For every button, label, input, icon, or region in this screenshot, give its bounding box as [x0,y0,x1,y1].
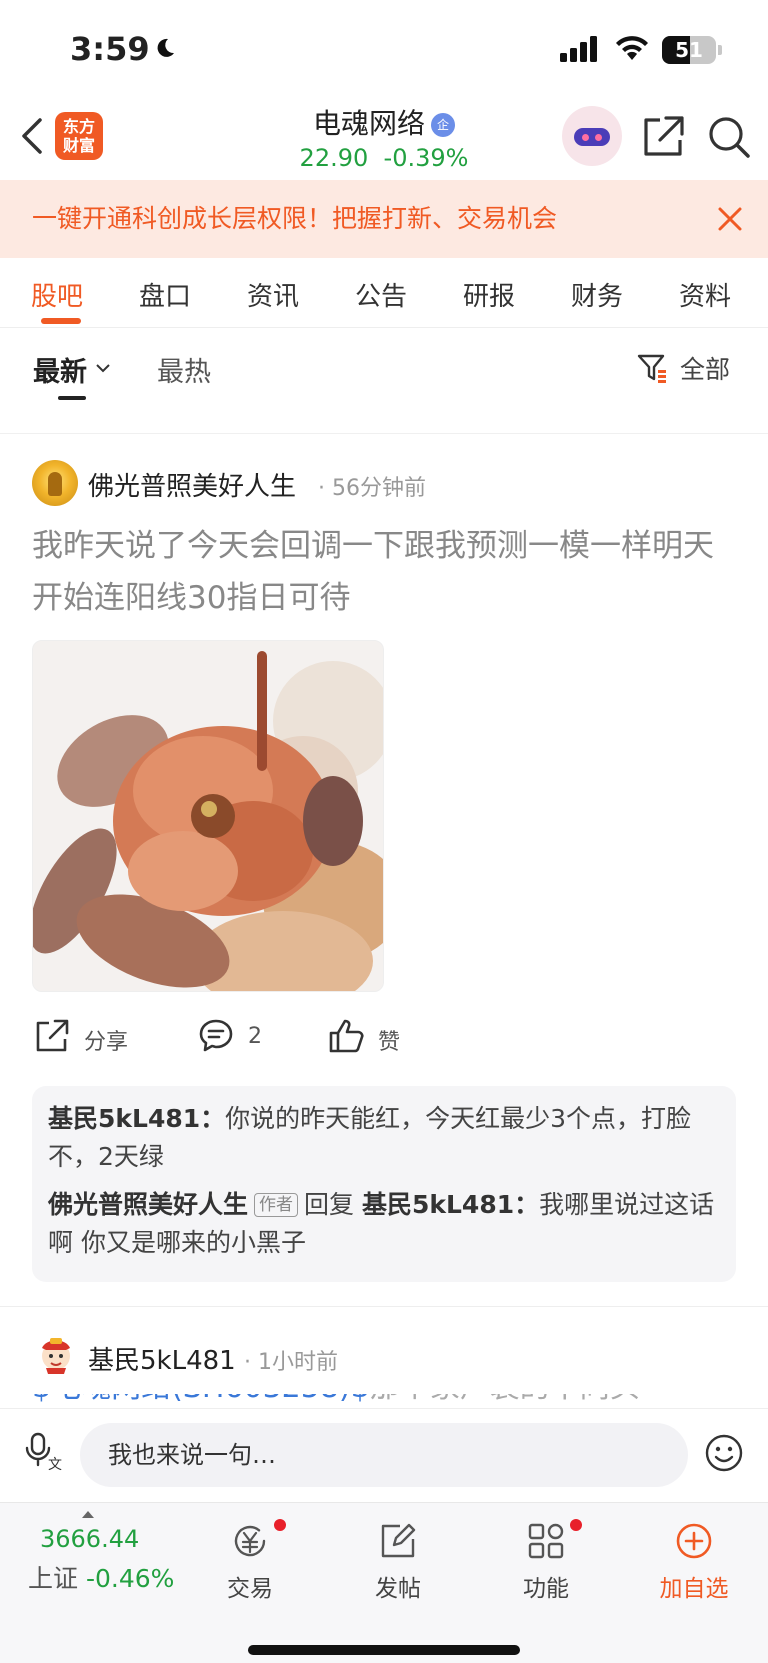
post-body-truncated[interactable]: $电魂网络(SH603258)$那个家芦装的不同头 [32,1394,752,1408]
ai-assistant-icon[interactable] [562,106,622,166]
nav-functions-label: 功能 [523,1576,569,1602]
post-time: · 56分钟前 [318,476,426,501]
comment-input-placeholder: 我也来说一句… [108,1441,276,1469]
stock-change: -0.39% [383,144,469,172]
tab-news[interactable]: 资讯 [247,276,299,313]
nav-trade[interactable]: 交易 [200,1513,300,1603]
author-tag: 作者 [254,1193,299,1217]
yuan-icon [234,1525,266,1557]
promo-banner[interactable]: 一键开通科创成长层权限！把握打新、交易机会 [0,180,768,258]
index-name: 上证 [28,1564,79,1593]
flower-image [33,641,383,991]
post-body: 那个家芦装的不同头 [370,1394,640,1405]
caret-up-icon[interactable] [80,1509,96,1519]
tab-pankou[interactable]: 盘口 [139,276,191,313]
promo-banner-text: 一键开通科创成长层权限！把握打新、交易机会 [32,204,558,233]
share-icon[interactable] [640,114,686,160]
post-author[interactable]: 佛光普照美好人生 [88,466,296,503]
filter-icon[interactable] [636,352,668,384]
comment-button[interactable]: 2 [198,1018,288,1058]
status-time: 3:59 [70,30,150,68]
voice-input-icon[interactable]: 文 [24,1431,64,1471]
sort-hot[interactable]: 最热 [157,350,211,389]
battery-icon: 51 [662,36,716,64]
comment-preview[interactable]: 基民5kL481：你说的昨天能红，今天红最少3个点，打脸不，2天绿 佛光普照美好… [32,1086,736,1282]
nav-add-watchlist-label: 加自选 [659,1576,729,1602]
post-body[interactable]: 我昨天说了今天会回调一下跟我预测一模一样明天开始连阳线30指日可待 [32,520,742,624]
tab-announcements[interactable]: 公告 [355,276,407,313]
sort-bar: 最新 最热 全部 [0,330,768,434]
reply-to-author[interactable]: 基民5kL481： [362,1190,539,1219]
stock-name: 电魂网络 [312,107,425,140]
avatar[interactable] [36,1334,76,1374]
like-label: 赞 [378,1030,401,1055]
thumbs-up-icon [329,1019,364,1053]
reply-word: 回复 [304,1190,355,1219]
add-circle-icon [676,1523,712,1559]
comment-count: 2 [248,1024,262,1049]
moon-icon [157,38,174,57]
active-tab-indicator [41,318,81,324]
notification-dot [274,1519,286,1531]
close-icon[interactable] [716,205,744,233]
tab-profile[interactable]: 资料 [679,276,731,313]
filter-all[interactable]: 全部 [680,350,730,386]
like-button[interactable]: 赞 [328,1018,418,1058]
battery-level: 51 [675,38,703,62]
comment-input[interactable]: 我也来说一句… [80,1423,688,1487]
home-indicator [248,1645,520,1655]
status-bar: 3:59 51 [0,0,768,100]
comment-author[interactable]: 基民5kL481： [48,1104,225,1133]
stock-header: 东方 财富 电魂网络企 22.90 -0.39% [0,100,768,180]
post-image[interactable] [32,640,384,992]
sort-latest[interactable]: 最新 [33,350,87,389]
post-time: · 1小时前 [244,1350,338,1375]
tab-financials[interactable]: 财务 [571,276,623,313]
avatar[interactable] [32,460,78,506]
comment-2[interactable]: 佛光普照美好人生 作者 回复 基民5kL481：我哪里说过这话啊 你又是哪来的小黑子 [48,1186,718,1262]
stock-price: 22.90 [299,144,369,172]
post-divider [0,1306,768,1307]
grid-icon [528,1523,564,1559]
nav-post-label: 发帖 [375,1576,421,1602]
enterprise-badge: 企 [431,113,455,137]
search-icon[interactable] [706,114,752,160]
comment-1[interactable]: 基民5kL481：你说的昨天能红，今天红最少3个点，打脸不，2天绿 [48,1100,718,1176]
tab-guba[interactable]: 股吧 [31,276,83,313]
nav-trade-label: 交易 [227,1576,273,1602]
sort-active-indicator [58,396,86,400]
chevron-down-icon[interactable] [95,362,111,374]
battery-cap [718,45,722,55]
section-tabs: 股吧 盘口 资讯 公告 研报 财务 资料 [0,258,768,328]
edit-icon [381,1523,416,1558]
index-ticker[interactable]: 上证 -0.46% [28,1559,174,1595]
bottom-nav: 3666.44 上证 -0.46% 交易 发帖 功能 加自选 [0,1502,768,1663]
nav-post[interactable]: 发帖 [348,1513,448,1603]
share-label: 分享 [84,1030,129,1055]
nav-functions[interactable]: 功能 [496,1513,596,1603]
comment-icon [199,1019,233,1052]
tab-research[interactable]: 研报 [463,276,515,313]
post-author[interactable]: 基民5kL481 [88,1340,236,1377]
comment-input-bar: 文 我也来说一句… [0,1408,768,1502]
notification-dot [570,1519,582,1531]
index-change: -0.46% [85,1564,175,1593]
stock-link[interactable]: $电魂网络(SH603258)$ [32,1394,370,1405]
svg-text:文: 文 [48,1457,62,1471]
comment-author[interactable]: 佛光普照美好人生 [48,1190,248,1219]
index-value[interactable]: 3666.44 [40,1525,139,1553]
signal-icon [560,36,597,62]
wifi-icon [616,36,648,60]
nav-add-watchlist[interactable]: 加自选 [644,1513,744,1603]
share-button[interactable]: 分享 [34,1018,154,1058]
share-icon [36,1019,69,1052]
emoji-icon[interactable] [704,1433,744,1473]
